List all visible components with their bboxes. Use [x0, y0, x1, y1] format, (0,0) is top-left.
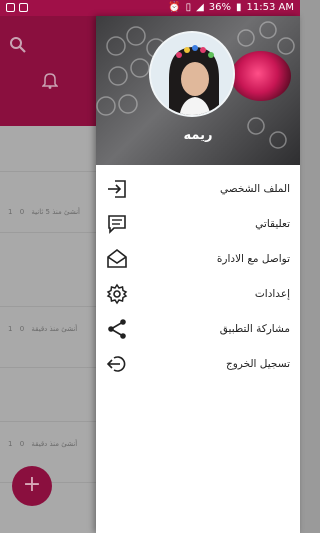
add-post-fab[interactable]: +	[12, 466, 52, 506]
card-views: 0	[19, 440, 25, 448]
logout-icon	[106, 356, 126, 372]
signal-icon: ◢	[196, 2, 204, 13]
card-time: أنشئ منذ دقيقة	[31, 440, 78, 448]
menu-item-share[interactable]: مشاركة التطبيق	[96, 314, 300, 349]
card-time: أنشئ منذ 5 ثانية	[31, 208, 80, 216]
profile-photo	[151, 33, 233, 115]
menu-label: مشاركة التطبيق	[219, 323, 290, 335]
clock: 11:53 AM	[246, 2, 294, 13]
card-likes: 1	[8, 325, 13, 333]
menu-label: الملف الشخصي	[220, 183, 290, 195]
card-likes: 1	[8, 440, 13, 448]
battery-percent: 36%	[208, 2, 232, 13]
card-meta: 1 0 أنشئ منذ دقيقة	[8, 440, 82, 448]
rose-decoration	[231, 51, 291, 101]
card-views: 0	[19, 208, 25, 216]
alarm-icon: ⏰	[168, 2, 181, 13]
status-right: ⏰ ▯ ◢ 36% ▮ 11:53 AM	[168, 2, 294, 13]
search-icon[interactable]	[9, 36, 27, 54]
comment-icon	[108, 215, 126, 234]
card-meta: 1 0 أنشئ منذ دقيقة	[8, 325, 82, 333]
menu-label: تعليقاتي	[255, 218, 290, 230]
card-time: أنشئ منذ دقيقة	[31, 325, 78, 333]
card-meta: 1 0 أنشئ منذ 5 ثانية	[8, 208, 85, 216]
notification-icons	[6, 3, 28, 12]
status-bar: ⏰ ▯ ◢ 36% ▮ 11:53 AM	[0, 0, 300, 16]
menu-item-settings[interactable]: إعدادات	[96, 279, 300, 314]
card-views: 0	[19, 325, 25, 333]
drawer-menu: الملف الشخصي تعليقاتي تواصل مع الادارة إ…	[96, 174, 300, 384]
menu-item-contact[interactable]: تواصل مع الادارة	[96, 244, 300, 279]
gear-icon	[106, 283, 128, 305]
menu-label: تسجيل الخروج	[225, 358, 290, 370]
menu-label: إعدادات	[254, 288, 290, 300]
share-icon	[108, 319, 126, 339]
mail-icon	[107, 248, 127, 268]
menu-label: تواصل مع الادارة	[216, 253, 290, 265]
notification-icon	[19, 3, 28, 12]
avatar[interactable]	[149, 31, 235, 117]
menu-item-logout[interactable]: تسجيل الخروج	[96, 349, 300, 384]
navigation-drawer: ريمه الملف الشخصي تعليقاتي تواصل مع الاد…	[96, 16, 300, 533]
notification-icon	[6, 3, 15, 12]
menu-item-profile[interactable]: الملف الشخصي	[96, 174, 300, 209]
user-name: ريمه	[183, 128, 213, 143]
list-item[interactable]: 1 0 أنشئ منذ 5 ثانية	[0, 171, 96, 233]
list-item[interactable]: 1 0 أنشئ منذ دقيقة	[0, 306, 96, 368]
card-likes: 1	[8, 208, 13, 216]
vibrate-icon: ▯	[185, 2, 192, 13]
login-icon	[108, 180, 126, 198]
drawer-header: ريمه	[96, 16, 300, 165]
menu-item-comments[interactable]: تعليقاتي	[96, 209, 300, 244]
bell-icon[interactable]	[42, 71, 58, 89]
battery-icon: ▮	[236, 2, 242, 13]
